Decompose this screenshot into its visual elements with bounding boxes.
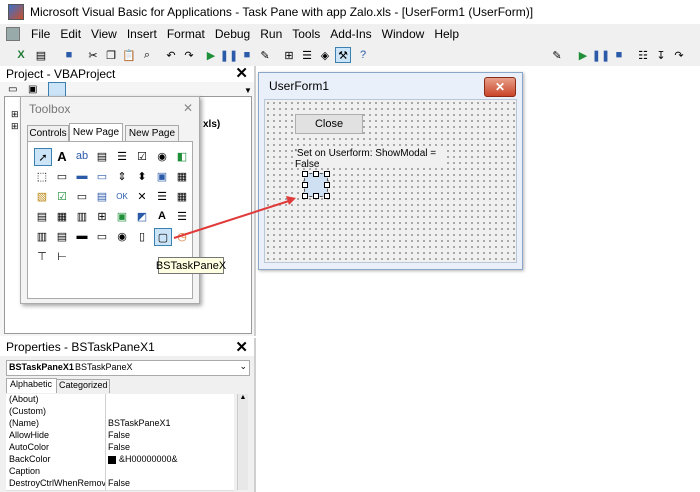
annotation-arrow (173, 196, 296, 239)
